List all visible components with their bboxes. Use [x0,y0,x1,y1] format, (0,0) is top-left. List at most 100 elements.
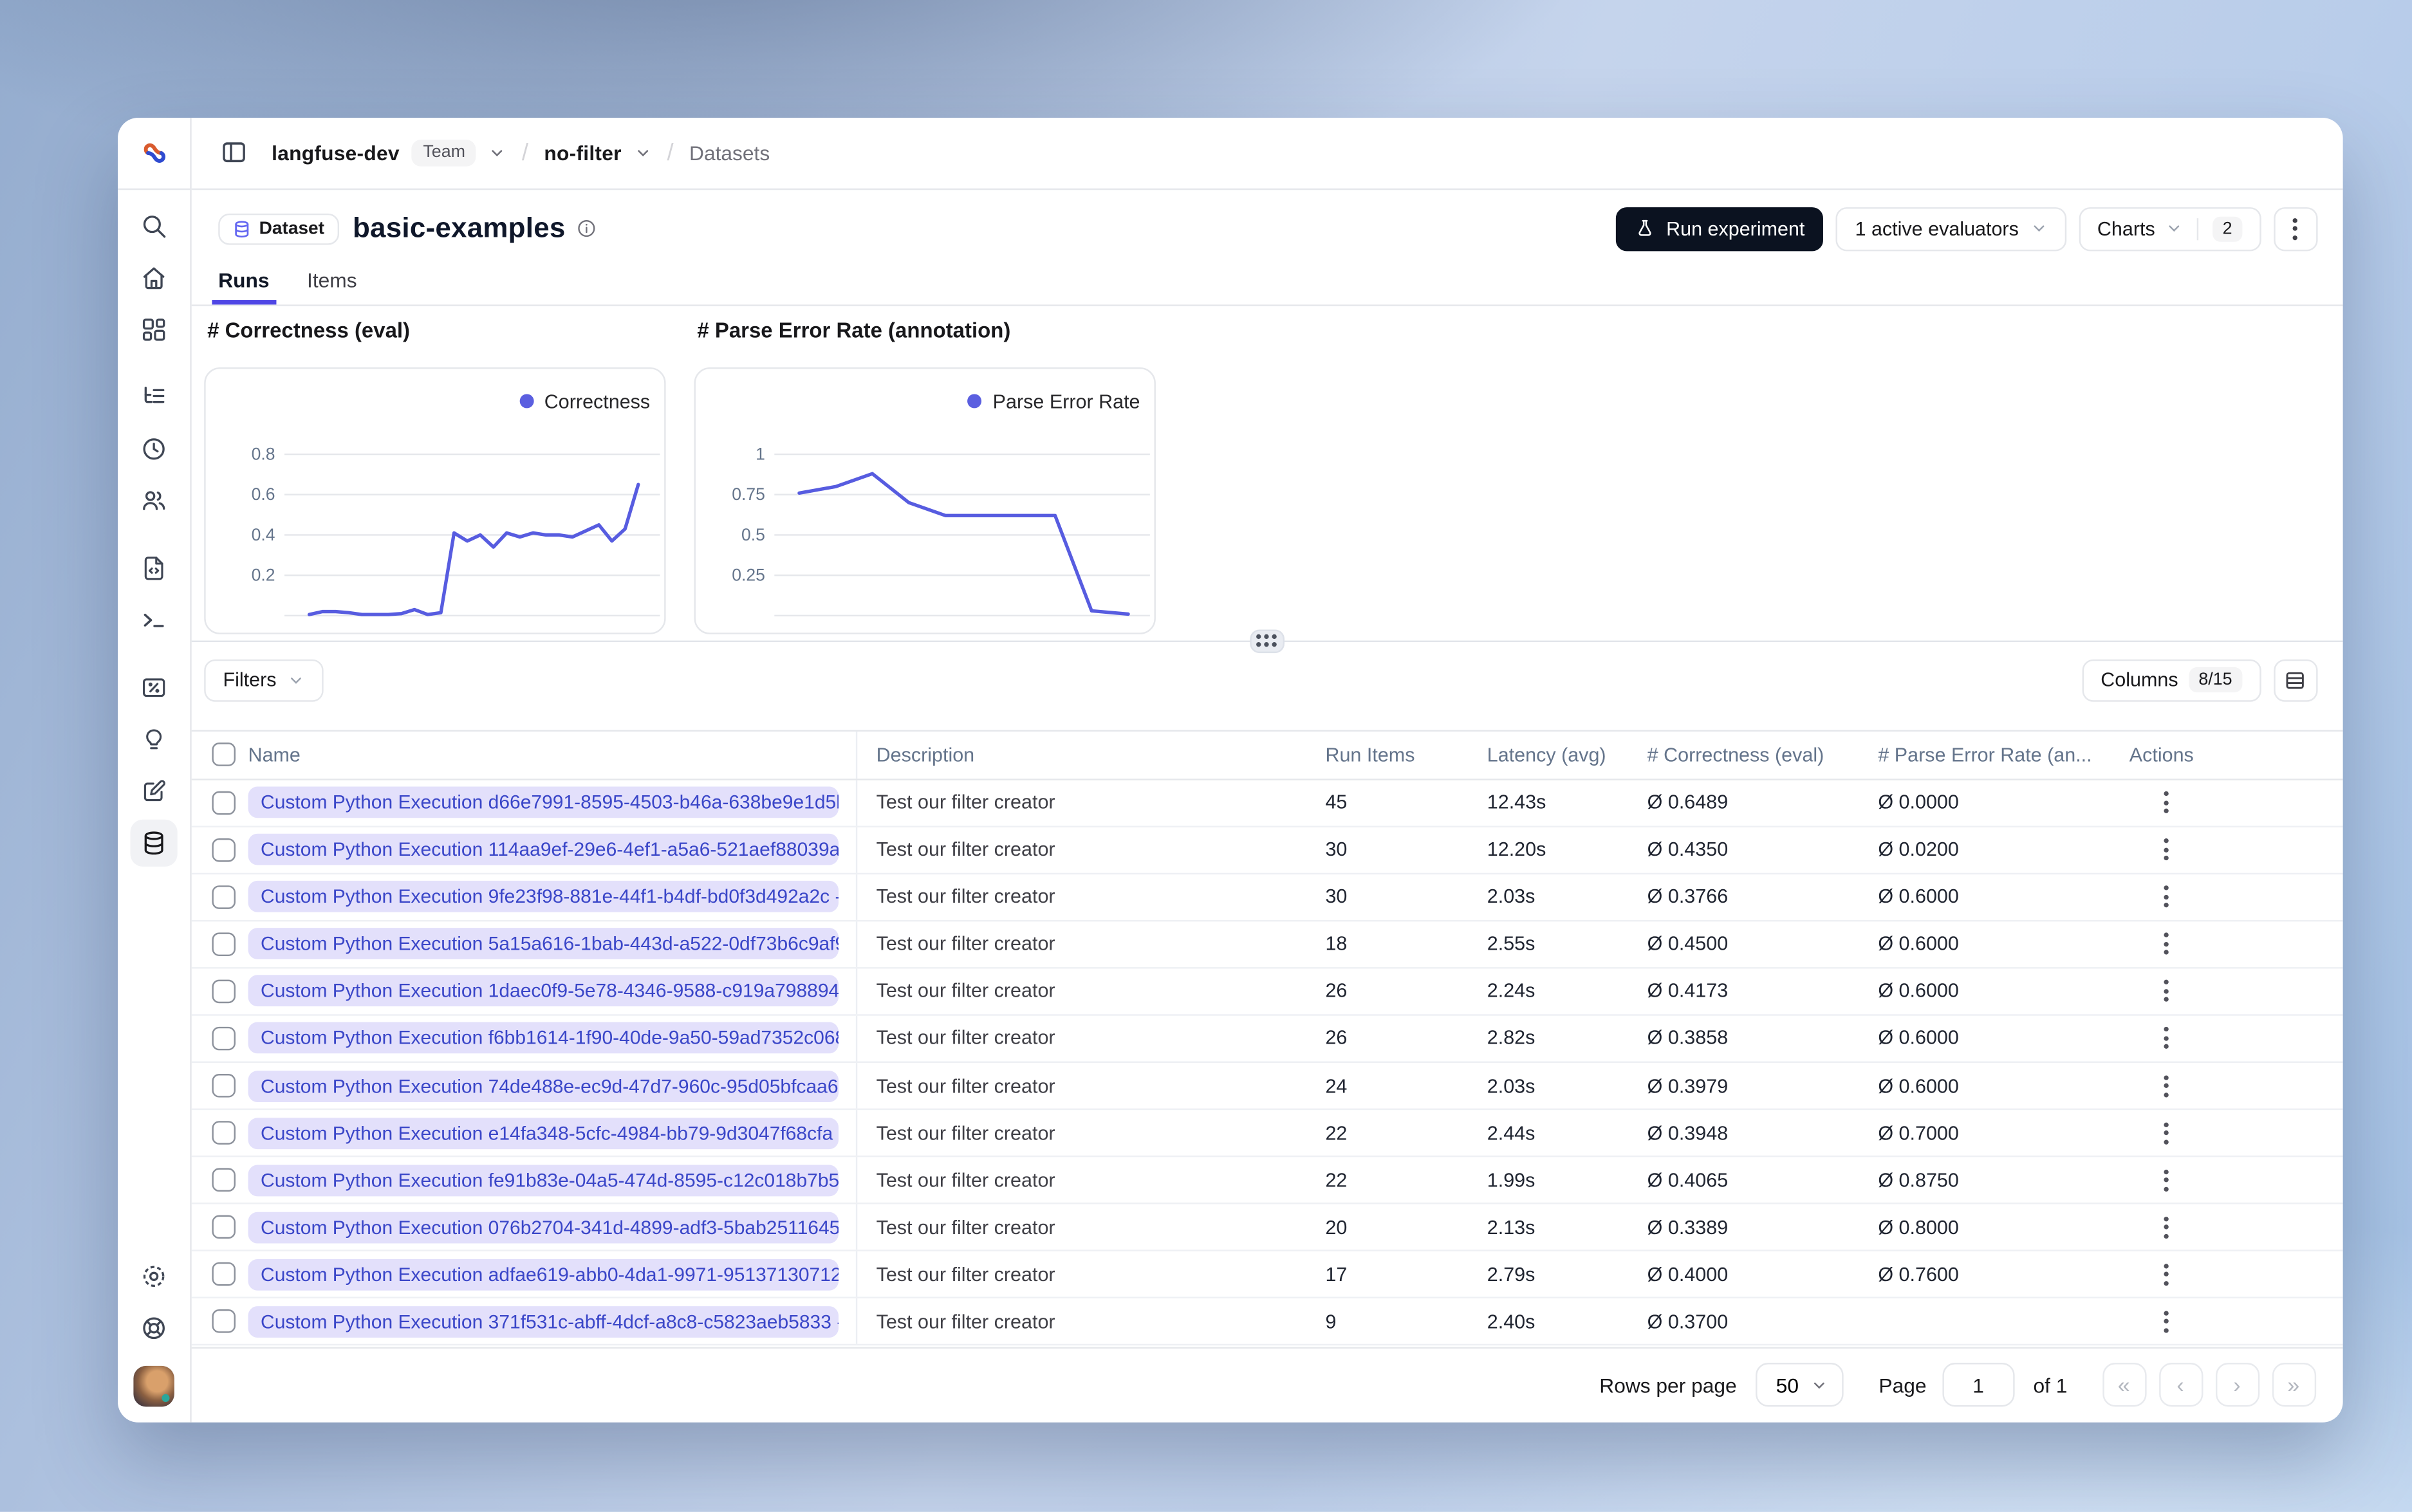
run-name-link[interactable]: Custom Python Execution adfae619-abb0-4d… [248,1258,839,1291]
table-row[interactable]: Custom Python Execution fe91b83e-04a5-47… [191,1157,2342,1205]
column-header-parse-error[interactable]: # Parse Error Rate (an... [1878,743,2129,765]
tab-items[interactable]: Items [307,268,357,304]
table-row[interactable]: Custom Python Execution e14fa348-5cfc-49… [191,1110,2342,1157]
breadcrumb-section[interactable]: Datasets [689,140,770,164]
run-name-link[interactable]: Custom Python Execution d66e7991-8595-45… [248,786,839,818]
svg-text:0.8: 0.8 [252,443,275,463]
run-experiment-button[interactable]: Run experiment [1616,206,1824,251]
settings-gear-icon[interactable] [131,1252,178,1299]
row-height-icon[interactable] [2273,658,2317,701]
active-evaluators-dropdown[interactable]: 1 active evaluators [1836,206,2066,251]
project-name[interactable]: no-filter [544,140,621,164]
dashboards-icon[interactable] [131,306,178,353]
table-row[interactable]: Custom Python Execution d66e7991-8595-45… [191,779,2342,827]
column-header-latency[interactable]: Latency (avg) [1487,743,1647,765]
run-description: Test our filter creator [876,791,1055,814]
column-header-correctness[interactable]: # Correctness (eval) [1647,743,1879,765]
run-name-link[interactable]: Custom Python Execution 114aa9ef-29e6-4e… [248,833,839,865]
sessions-clock-icon[interactable] [131,425,178,472]
prompts-icon[interactable] [131,544,178,591]
table-row[interactable]: Custom Python Execution f6bb1614-1f90-40… [191,1015,2342,1063]
table-row[interactable]: Custom Python Execution 74de488e-ec9d-47… [191,1062,2342,1111]
run-name-link[interactable]: Custom Python Execution fe91b83e-04a5-47… [248,1164,839,1196]
table-row[interactable]: Custom Python Execution 1daec0f9-5e78-43… [191,968,2342,1016]
correctness-value: Ø 0.3389 [1647,1216,1729,1239]
info-icon[interactable] [577,218,597,239]
row-actions-menu-icon[interactable] [2155,1311,2176,1333]
chevron-down-icon[interactable] [634,143,651,161]
table-row[interactable]: Custom Python Execution 114aa9ef-29e6-4e… [191,826,2342,874]
run-items-value: 22 [1325,1169,1348,1192]
row-checkbox[interactable] [212,838,236,862]
row-actions-menu-icon[interactable] [2155,1216,2176,1239]
row-checkbox[interactable] [212,1262,236,1287]
row-checkbox[interactable] [212,1026,236,1051]
playground-terminal-icon[interactable] [131,596,178,643]
table-row[interactable]: Custom Python Execution adfae619-abb0-4d… [191,1251,2342,1299]
row-checkbox[interactable] [212,979,236,1003]
row-actions-menu-icon[interactable] [2155,791,2176,814]
row-checkbox[interactable] [212,932,236,956]
run-name-link[interactable]: Custom Python Execution 1daec0f9-5e78-43… [248,975,839,1007]
filters-button[interactable]: Filters [204,658,324,701]
run-name-link[interactable]: Custom Python Execution 74de488e-ec9d-47… [248,1069,839,1102]
tab-bar: Runs Items [191,268,2342,306]
row-checkbox[interactable] [212,1309,236,1334]
charts-dropdown[interactable]: Charts 2 [2078,206,2261,251]
run-name-link[interactable]: Custom Python Execution 9fe23f98-881e-44… [248,881,839,913]
sidebar-toggle-icon[interactable] [214,132,254,172]
annotation-queues-icon[interactable] [131,767,178,814]
tracing-icon[interactable] [131,373,178,420]
insights-lightbulb-icon[interactable] [131,715,178,762]
table-row[interactable]: Custom Python Execution 371f531c-abff-4d… [191,1298,2342,1347]
row-actions-menu-icon[interactable] [2155,1074,2176,1097]
run-name-link[interactable]: Custom Python Execution e14fa348-5cfc-49… [248,1117,839,1149]
row-actions-menu-icon[interactable] [2155,1263,2176,1286]
table-row[interactable]: Custom Python Execution 5a15a616-1bab-44… [191,921,2342,969]
home-icon[interactable] [131,254,178,300]
select-all-checkbox[interactable] [212,742,236,766]
org-name[interactable]: langfuse-dev [272,140,400,164]
row-actions-menu-icon[interactable] [2155,1027,2176,1050]
table-row[interactable]: Custom Python Execution 9fe23f98-881e-44… [191,874,2342,921]
row-checkbox[interactable] [212,790,236,815]
row-checkbox[interactable] [212,1215,236,1239]
search-icon[interactable] [131,202,178,249]
row-actions-menu-icon[interactable] [2155,980,2176,1002]
row-actions-menu-icon[interactable] [2155,933,2176,955]
row-checkbox[interactable] [212,1121,236,1145]
column-header-run-items[interactable]: Run Items [1325,743,1487,765]
row-actions-menu-icon[interactable] [2155,1121,2176,1144]
chevron-down-icon[interactable] [489,143,506,161]
table-row[interactable]: Custom Python Execution 076b2704-341d-48… [191,1204,2342,1252]
more-options-icon[interactable] [2273,206,2317,251]
tab-runs[interactable]: Runs [212,268,275,304]
row-checkbox[interactable] [212,1168,236,1192]
row-actions-menu-icon[interactable] [2155,885,2176,908]
row-actions-menu-icon[interactable] [2155,1169,2176,1192]
svg-text:0.6: 0.6 [252,484,275,503]
run-name-link[interactable]: Custom Python Execution 371f531c-abff-4d… [248,1305,839,1338]
resize-handle-icon[interactable] [1249,629,1285,652]
user-avatar[interactable] [133,1365,174,1406]
columns-button[interactable]: Columns 8/15 [2081,658,2261,701]
first-page-icon[interactable]: « [2102,1363,2146,1407]
row-checkbox[interactable] [212,1074,236,1098]
next-page-icon[interactable]: › [2214,1363,2259,1407]
llm-judge-icon[interactable] [131,663,178,710]
run-name-link[interactable]: Custom Python Execution f6bb1614-1f90-40… [248,1022,839,1055]
row-actions-menu-icon[interactable] [2155,838,2176,861]
column-header-description[interactable]: Description [857,743,1325,765]
column-header-name[interactable]: Name [243,730,858,779]
previous-page-icon[interactable]: ‹ [2158,1363,2203,1407]
page-number-input[interactable] [1942,1363,2015,1407]
datasets-icon[interactable] [130,818,178,866]
row-checkbox[interactable] [212,885,236,909]
run-name-link[interactable]: Custom Python Execution 076b2704-341d-48… [248,1212,839,1243]
support-lifebuoy-icon[interactable] [131,1304,178,1351]
last-page-icon[interactable]: » [2271,1363,2315,1407]
correctness-value: Ø 0.3858 [1647,1027,1729,1050]
users-icon[interactable] [131,477,178,524]
rows-per-page-select[interactable]: 50 [1755,1363,1844,1407]
run-name-link[interactable]: Custom Python Execution 5a15a616-1bab-44… [248,928,839,960]
